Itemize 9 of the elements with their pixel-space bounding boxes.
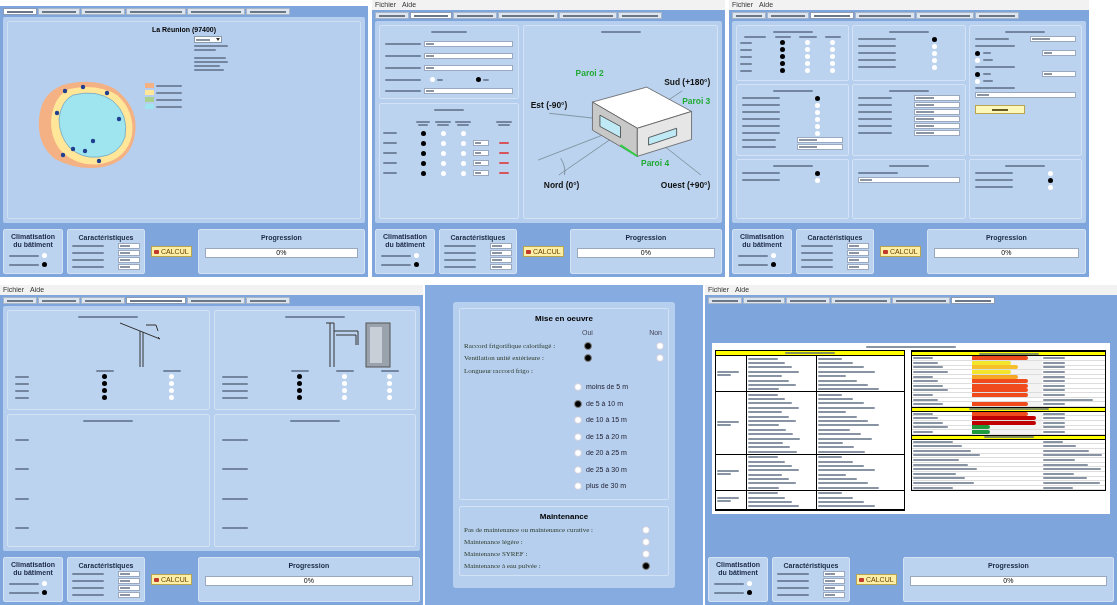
wall-label: Paroi 3 xyxy=(682,95,711,106)
section-title: Mise en oeuvre xyxy=(534,313,594,325)
direction-label: Est (-90°) xyxy=(530,99,568,110)
direction-label: Nord (0°) xyxy=(543,180,580,191)
wall-label: Paroi 4 xyxy=(641,157,670,168)
direction-label: Sud (+180°) xyxy=(664,77,711,88)
section-title: Maintenance xyxy=(538,510,590,523)
wall-label: Paroi 2 xyxy=(575,67,604,78)
direction-label: Ouest (+90°) xyxy=(660,180,711,191)
